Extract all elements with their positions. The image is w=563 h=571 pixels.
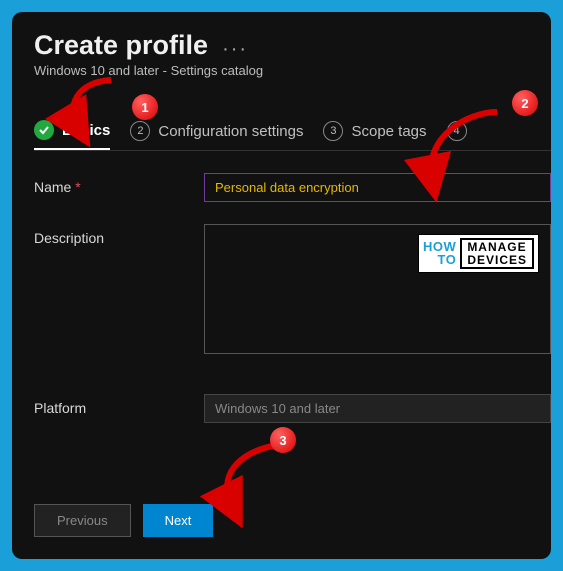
- check-icon: [34, 120, 54, 140]
- tab-step-4[interactable]: 4: [447, 121, 467, 149]
- tab-label: Configuration settings: [158, 123, 303, 140]
- tab-basics[interactable]: Basics: [34, 120, 110, 150]
- description-label: Description: [34, 224, 204, 354]
- name-row: Name *: [34, 173, 551, 202]
- platform-value: Windows 10 and later: [215, 401, 340, 416]
- name-input[interactable]: [204, 173, 551, 202]
- required-asterisk-icon: *: [75, 179, 80, 195]
- logo-text-howto: HOW TO: [423, 241, 456, 266]
- page-title: Create profile: [34, 30, 208, 61]
- annotation-callout-3: 3: [270, 427, 296, 453]
- tab-configuration-settings[interactable]: 2 Configuration settings: [130, 121, 303, 149]
- step-number-icon: 4: [447, 121, 467, 141]
- tab-label: Scope tags: [351, 123, 426, 140]
- more-actions-button[interactable]: ···: [222, 38, 248, 61]
- annotation-callout-1: 1: [132, 94, 158, 120]
- annotation-callout-2: 2: [512, 90, 538, 116]
- name-label: Name *: [34, 173, 204, 202]
- platform-label: Platform: [34, 394, 204, 423]
- platform-row: Platform Windows 10 and later: [34, 394, 551, 423]
- watermark-logo: HOW TO MANAGE DEVICES: [418, 234, 539, 273]
- create-profile-panel: Create profile ··· Windows 10 and later …: [12, 12, 551, 559]
- tab-label: Basics: [62, 122, 110, 139]
- tab-scope-tags[interactable]: 3 Scope tags: [323, 121, 426, 149]
- wizard-tabs: Basics 2 Configuration settings 3 Scope …: [34, 120, 551, 150]
- logo-text-managedevices: MANAGE DEVICES: [460, 238, 534, 269]
- divider: [34, 150, 551, 151]
- header: Create profile ···: [34, 30, 551, 61]
- previous-button[interactable]: Previous: [34, 504, 131, 537]
- step-number-icon: 2: [130, 121, 150, 141]
- next-button[interactable]: Next: [143, 504, 214, 537]
- platform-select[interactable]: Windows 10 and later: [204, 394, 551, 423]
- step-number-icon: 3: [323, 121, 343, 141]
- wizard-buttons: Previous Next: [34, 504, 213, 537]
- page-subtitle: Windows 10 and later - Settings catalog: [34, 63, 551, 78]
- label-text: Name: [34, 179, 71, 195]
